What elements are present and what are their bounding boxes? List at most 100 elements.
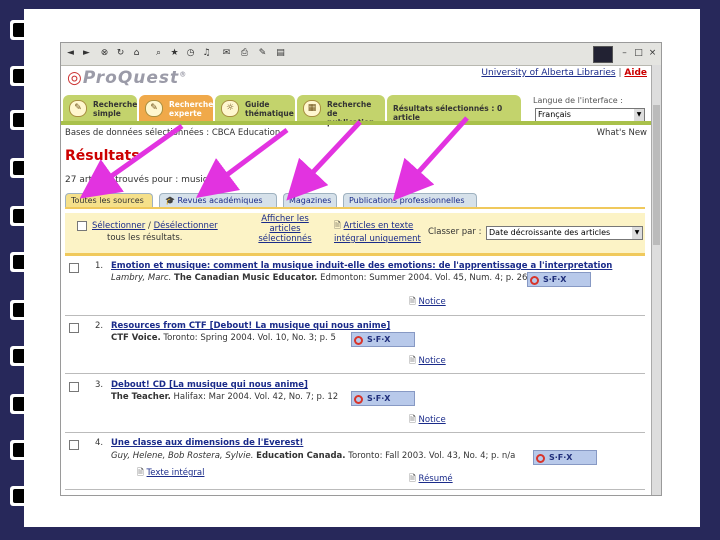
scrollbar-thumb[interactable] <box>653 105 660 245</box>
print-icon[interactable]: ⎙ <box>239 47 250 59</box>
sfx-button[interactable]: S·F·X <box>533 450 597 465</box>
slash-text: / <box>145 221 154 231</box>
sort-select[interactable]: Date décroissante des articles ▼ <box>486 226 643 240</box>
windows-logo-icon <box>593 46 613 63</box>
tab-label: Magazines <box>289 196 332 205</box>
record-link-row: 🗎 Notice <box>409 296 446 310</box>
sort-label: Classer par : <box>428 227 482 237</box>
sfx-logo-icon <box>354 336 363 345</box>
record-fulltext-link[interactable]: Texte intégral <box>147 468 205 478</box>
tab-underline <box>61 121 651 125</box>
close-icon[interactable]: × <box>647 47 658 59</box>
deselect-all-link[interactable]: Désélectionner <box>154 221 218 231</box>
home-icon[interactable]: ⌂ <box>131 47 142 59</box>
tab-label: Recherche <box>327 100 372 109</box>
edit-icon[interactable]: ✎ <box>257 47 268 59</box>
record-publication: CTF Voice. <box>111 333 161 343</box>
select-all-link[interactable]: Sélectionner <box>92 221 145 231</box>
media-icon[interactable]: ♫ <box>201 47 212 59</box>
record-link-row: 🗎 Résumé <box>409 473 453 487</box>
record-notice-link[interactable]: Notice <box>419 356 446 366</box>
show-selected-line: sélectionnés <box>258 234 312 244</box>
back-icon[interactable]: ◄ <box>65 47 76 59</box>
record-title-link[interactable]: Resources from CTF [Debout! La musique q… <box>111 321 390 331</box>
tab-trade-publications[interactable]: Publications professionnelles <box>343 193 477 207</box>
help-link[interactable]: Aide <box>624 68 647 78</box>
history-icon[interactable]: ◷ <box>185 47 196 59</box>
maximize-icon[interactable]: □ <box>633 47 644 59</box>
proquest-logo: ◎ProQuest® <box>67 68 187 88</box>
select-all-checkbox[interactable] <box>77 221 87 231</box>
record-notice-link[interactable]: Notice <box>419 415 446 425</box>
tab-label: Revues académiques <box>177 196 263 205</box>
record-link-row: 🗎 Notice <box>409 355 446 369</box>
tab-scholarly-journals[interactable]: 🎓 Revues académiques <box>159 193 277 207</box>
record-link-row: 🗎 Notice <box>409 414 446 428</box>
refresh-icon[interactable]: ↻ <box>115 47 126 59</box>
record-number: 4. <box>95 438 104 448</box>
record-abstract-link[interactable]: Résumé <box>419 474 453 484</box>
link-separator: | <box>618 68 622 78</box>
record-notice-link[interactable]: Notice <box>419 297 446 307</box>
tab-advanced-search[interactable]: ✎ Recherche experte <box>139 95 213 121</box>
full-text-line: intégral uniquement <box>334 234 421 244</box>
language-value: Français <box>538 110 571 119</box>
source-tabs-underline <box>65 207 645 209</box>
record-title-link[interactable]: Emotion et musique: comment la musique i… <box>111 261 612 271</box>
document-icon: 🗎 <box>409 415 419 425</box>
sfx-button[interactable]: S·F·X <box>351 332 415 347</box>
institution-link[interactable]: University of Alberta Libraries <box>481 68 615 78</box>
forward-icon[interactable]: ► <box>81 47 92 59</box>
whats-new-link[interactable]: What's New <box>597 128 647 138</box>
tab-publication-search[interactable]: ▦ Recherchede publication <box>297 95 385 127</box>
mail-icon[interactable]: ✉ <box>221 47 232 59</box>
record-publication: Education Canada. <box>256 451 346 461</box>
minimize-icon[interactable]: – <box>619 47 630 59</box>
record-publication: The Teacher. <box>111 392 171 402</box>
show-selected-link[interactable]: Afficher les articles sélectionnés <box>258 214 312 244</box>
record-checkbox[interactable] <box>69 263 79 273</box>
chevron-down-icon: ▼ <box>634 109 644 121</box>
language-select[interactable]: Français ▼ <box>535 108 645 122</box>
publication-icon: ▦ <box>303 100 321 117</box>
graduation-cap-icon: 🎓 <box>165 196 178 205</box>
tab-basic-search[interactable]: ✎ Recherche simple <box>63 95 137 121</box>
record-number: 1. <box>95 261 104 271</box>
record-divider <box>65 315 645 316</box>
record-divider <box>65 373 645 374</box>
sort-value: Date décroissante des articles <box>489 228 611 237</box>
record-details: Toronto: Fall 2003. Vol. 43, No. 4; p. n… <box>348 451 516 461</box>
record-checkbox[interactable] <box>69 323 79 333</box>
record-title-link[interactable]: Une classe aux dimensions de l'Everest! <box>111 438 303 448</box>
record-title-link[interactable]: Debout! CD [La musique qui nous anime] <box>111 380 308 390</box>
tab-label: Recherche <box>93 100 138 109</box>
discuss-icon[interactable]: ▤ <box>275 47 286 59</box>
vertical-scrollbar[interactable] <box>651 65 661 495</box>
tab-label: Recherche <box>169 100 214 109</box>
tab-selected-results[interactable]: Résultats sélectionnés : 0 article <box>387 95 521 122</box>
top-links: University of Alberta Libraries | Aide <box>481 68 647 78</box>
tab-all-sources[interactable]: Toutes les sources <box>65 193 153 207</box>
chevron-down-icon: ▼ <box>632 227 642 239</box>
tab-topic-guide[interactable]: ☼ Guide thématique <box>215 95 295 121</box>
document-icon: 🗎 <box>409 356 419 366</box>
search-icon[interactable]: ⌕ <box>153 47 164 59</box>
tab-magazines[interactable]: Magazines <box>283 193 337 207</box>
record-checkbox[interactable] <box>69 382 79 392</box>
full-text-link[interactable]: 🗎 Articles en texte intégral uniquement <box>334 220 421 244</box>
record-number: 3. <box>95 380 104 390</box>
select-all-text: Sélectionner / Désélectionner <box>92 221 218 231</box>
sfx-button[interactable]: S·F·X <box>527 272 591 287</box>
logo-text: ProQuest <box>82 68 180 88</box>
record-details: Edmonton: Summer 2004. Vol. 45, Num. 4; … <box>320 273 528 283</box>
tab-label: Publications professionnelles <box>349 196 465 205</box>
page-title: Résultats <box>65 148 140 164</box>
logo-swirl-icon: ◎ <box>67 68 83 88</box>
result-count: 27 articles trouvés pour : musique <box>65 175 220 185</box>
stop-icon[interactable]: ⊗ <box>99 47 110 59</box>
favorites-icon[interactable]: ★ <box>169 47 180 59</box>
sfx-label: S·F·X <box>367 335 391 344</box>
record-checkbox[interactable] <box>69 440 79 450</box>
sfx-button[interactable]: S·F·X <box>351 391 415 406</box>
tab-label: simple <box>93 109 121 118</box>
